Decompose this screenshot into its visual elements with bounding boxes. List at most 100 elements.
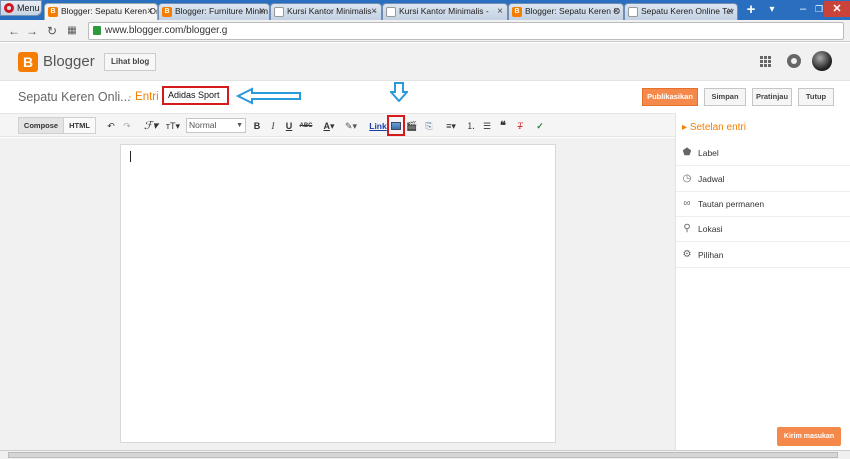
sidebar-item-options[interactable]: ⚙ Pilihan xyxy=(676,243,850,268)
save-button[interactable]: Simpan xyxy=(704,88,746,106)
tab-kursi-kantor-1[interactable]: Kursi Kantor Minimalis - × xyxy=(270,3,382,20)
link-icon: ∞ xyxy=(683,198,691,209)
view-blog-button[interactable]: Lihat blog xyxy=(104,53,157,71)
opera-logo-icon xyxy=(4,3,14,13)
tab-menu-icon[interactable]: ▾ xyxy=(765,3,779,17)
tab-blogger-furniture[interactable]: B Blogger: Furniture Minim × xyxy=(158,3,270,20)
blogger-logo-icon[interactable]: B xyxy=(18,52,38,72)
url-field[interactable]: www.blogger.com/blogger.g xyxy=(88,22,844,40)
tab-kursi-kantor-2[interactable]: Kursi Kantor Minimalis - × xyxy=(382,3,508,20)
clock-icon: ◷ xyxy=(682,173,692,184)
horizontal-scrollbar[interactable] xyxy=(0,450,850,459)
image-icon xyxy=(391,122,401,130)
remove-format-icon[interactable]: T xyxy=(514,119,526,133)
text-caret xyxy=(130,151,131,162)
annotation-arrow-down-icon xyxy=(390,82,408,102)
close-tab-icon[interactable]: × xyxy=(147,4,153,19)
sidebar-item-permalink[interactable]: ∞ Tautan permanen xyxy=(676,192,850,217)
highlight-color-icon[interactable]: ✎▾ xyxy=(342,119,360,133)
sidebar-item-schedule[interactable]: ◷ Jadwal xyxy=(676,167,850,192)
sidebar-item-location[interactable]: ⚲ Lokasi xyxy=(676,217,850,242)
post-title-input[interactable]: Adidas Sport xyxy=(162,86,229,105)
menu-label: Menu xyxy=(17,3,40,13)
forward-icon[interactable]: → xyxy=(24,23,40,39)
tab-sepatu-keren-online[interactable]: Sepatu Keren Online Ter × xyxy=(624,3,738,20)
editor-toolbar: Compose HTML ↶ ↷ ℱ▾ ᴛT▾ Normal ▼ B I U A… xyxy=(0,113,675,137)
post-settings-heading[interactable]: ▸ Setelan entri xyxy=(682,122,746,133)
sidebar-item-label[interactable]: ⬟ Label xyxy=(676,141,850,166)
italic-button[interactable]: I xyxy=(268,119,278,133)
post-body-editor[interactable] xyxy=(120,144,556,443)
preview-button[interactable]: Pratinjau xyxy=(752,88,792,106)
back-icon[interactable]: ← xyxy=(6,23,22,39)
page-icon xyxy=(386,7,396,17)
insert-jump-break-icon[interactable]: ⎘ xyxy=(423,119,435,133)
insert-image-button[interactable] xyxy=(387,115,405,136)
quote-icon[interactable]: ❝ xyxy=(497,119,509,133)
new-tab-button[interactable]: + xyxy=(743,2,759,18)
tab-blogger-sepatu-2[interactable]: B Blogger: Sepatu Keren O × xyxy=(508,3,624,20)
post-settings-sidebar: ▸ Setelan entri ⬟ Label ◷ Jadwal ∞ Tauta… xyxy=(675,113,850,453)
spellcheck-icon[interactable]: ✓ xyxy=(534,119,546,133)
format-value: Normal xyxy=(189,120,217,130)
blogger-icon: B xyxy=(512,7,522,17)
tab-label: Blogger: Sepatu Keren O xyxy=(525,6,620,16)
address-bar: ← → ↻ ▦ www.blogger.com/blogger.g xyxy=(0,20,850,42)
strikethrough-button[interactable]: ABC xyxy=(299,119,313,133)
apps-grid-icon[interactable] xyxy=(760,56,772,68)
close-window-button[interactable]: ✕ xyxy=(824,1,850,17)
gear-icon: ⚙ xyxy=(682,249,692,260)
speed-dial-icon[interactable]: ▦ xyxy=(64,23,80,39)
sidebar-item-text: Pilihan xyxy=(698,250,724,260)
reload-icon[interactable]: ↻ xyxy=(44,23,60,39)
bullet-list-icon[interactable]: ☰ xyxy=(481,119,493,133)
page-icon xyxy=(274,7,284,17)
blogger-icon: B xyxy=(162,7,172,17)
insert-video-icon[interactable]: 🎬 xyxy=(406,119,418,133)
publish-button[interactable]: Publikasikan xyxy=(642,88,698,106)
font-size-icon[interactable]: ᴛT▾ xyxy=(163,119,183,133)
browser-menu-button[interactable]: Menu xyxy=(0,0,42,16)
post-title-row: Sepatu Keren Onli... · Entri Adidas Spor… xyxy=(0,82,850,112)
entry-label: · Entri xyxy=(128,91,159,103)
post-settings-heading-label: Setelan entri xyxy=(689,122,746,133)
bold-button[interactable]: B xyxy=(252,119,262,133)
notifications-icon[interactable] xyxy=(787,54,801,68)
blog-title: Sepatu Keren Onli... xyxy=(18,90,131,104)
close-button[interactable]: Tutup xyxy=(798,88,834,106)
html-mode-button[interactable]: HTML xyxy=(63,117,96,134)
editor-background xyxy=(0,138,675,453)
close-tab-icon[interactable]: × xyxy=(371,4,377,19)
link-button[interactable]: Link xyxy=(369,119,387,133)
close-tab-icon[interactable]: × xyxy=(613,4,619,19)
undo-icon[interactable]: ↶ xyxy=(105,119,117,133)
tab-label: Blogger: Furniture Minim xyxy=(175,6,269,16)
redo-icon[interactable]: ↷ xyxy=(121,119,133,133)
format-select[interactable]: Normal ▼ xyxy=(186,118,246,133)
font-family-icon[interactable]: ℱ▾ xyxy=(141,119,161,133)
lock-icon xyxy=(93,26,101,35)
brand-name[interactable]: Blogger xyxy=(43,53,95,70)
close-tab-icon[interactable]: × xyxy=(259,4,265,19)
underline-button[interactable]: U xyxy=(284,119,294,133)
send-feedback-button[interactable]: Kirim masukan xyxy=(777,427,841,446)
page-icon xyxy=(628,7,638,17)
sidebar-item-text: Jadwal xyxy=(698,174,725,184)
browser-tab-strip: Menu B Blogger: Sepatu Keren On × B Blog… xyxy=(0,0,850,20)
close-tab-icon[interactable]: × xyxy=(727,4,733,19)
tab-label: Blogger: Sepatu Keren On xyxy=(61,6,157,16)
close-tab-icon[interactable]: × xyxy=(497,4,503,19)
avatar[interactable] xyxy=(812,51,832,71)
sidebar-item-text: Tautan permanen xyxy=(698,199,765,209)
tab-blogger-sepatu[interactable]: B Blogger: Sepatu Keren On × xyxy=(44,3,158,20)
url-text: www.blogger.com/blogger.g xyxy=(105,25,228,36)
collapse-triangle-icon: ▸ xyxy=(682,122,690,133)
blogger-header: B Blogger Lihat blog xyxy=(0,43,850,81)
location-icon: ⚲ xyxy=(683,223,691,234)
sidebar-item-text: Lokasi xyxy=(698,224,723,234)
align-icon[interactable]: ≡▾ xyxy=(442,119,460,133)
compose-mode-button[interactable]: Compose xyxy=(18,117,64,134)
text-color-icon[interactable]: A▾ xyxy=(320,119,338,133)
numbered-list-icon[interactable]: ⒈ xyxy=(465,119,477,133)
scrollbar-thumb[interactable] xyxy=(8,452,838,458)
